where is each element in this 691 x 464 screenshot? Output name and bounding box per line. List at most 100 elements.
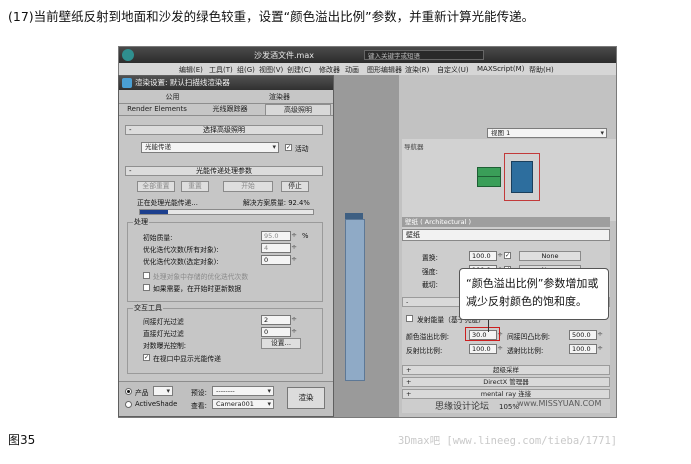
- processing-status: 正在处理光能传递...: [137, 199, 198, 207]
- menu-edit[interactable]: 编辑(E): [179, 65, 203, 75]
- replace-check[interactable]: ✓: [504, 252, 511, 259]
- menu-rendering[interactable]: 渲染(R): [405, 65, 429, 75]
- emit-energy-check[interactable]: [406, 315, 413, 322]
- zoom-readout: 105%: [499, 403, 520, 411]
- callout-note: “颜色溢出比例”参数增加或减少反射颜色的饱和度。: [459, 268, 609, 320]
- menu-graph-editors[interactable]: 图形编辑器: [367, 65, 402, 75]
- menu-tools[interactable]: 工具(T): [209, 65, 233, 75]
- mode-product-label: 产品: [135, 389, 149, 397]
- viewport-object: [345, 219, 365, 381]
- refine-all-label: 优化迭代次数(所有对象):: [143, 246, 219, 254]
- interactive-tools-label: 交互工具: [133, 303, 163, 313]
- render-button[interactable]: 渲染: [287, 387, 325, 409]
- store-refine-label: 处理对象中存储的优化迭代次数: [153, 273, 249, 281]
- directx-manager-rollout[interactable]: + DirectX 管理器: [402, 377, 610, 387]
- transmittance-label: 透射比比例:: [507, 347, 544, 355]
- display-in-viewport-check[interactable]: ✓: [143, 354, 150, 361]
- mode-activeshade-label: ActiveShade: [135, 400, 178, 408]
- menu-views[interactable]: 视图(V): [259, 65, 283, 75]
- menu-customize[interactable]: 自定义(U): [437, 65, 469, 75]
- tab-row-2: Render Elements 光线跟踪器 高级照明: [119, 104, 333, 116]
- tab-renderer[interactable]: 渲染器: [226, 92, 333, 103]
- exposure-label: 对数曝光控制:: [143, 342, 187, 350]
- app-logo-icon[interactable]: [122, 49, 134, 61]
- indirect-bump-spinner[interactable]: 500.0: [569, 330, 603, 340]
- menu-modifiers[interactable]: 修改器: [319, 65, 340, 75]
- lighting-type-dropdown[interactable]: 光能传递: [141, 142, 279, 153]
- menu-help[interactable]: 帮助(H): [529, 65, 554, 75]
- mode-activeshade-radio[interactable]: [125, 401, 132, 408]
- navigator-node-green[interactable]: [477, 167, 501, 187]
- refine-selected-spinner[interactable]: 0: [261, 255, 297, 265]
- update-on-start-check[interactable]: [143, 284, 150, 291]
- callout-pointer: [488, 320, 489, 332]
- exposure-settings-button[interactable]: 设置...: [261, 338, 301, 349]
- indirect-filter-spinner[interactable]: 2: [261, 315, 297, 325]
- color-bleed-highlight: [465, 327, 500, 341]
- watermark-text: 思缘设计论坛: [435, 402, 490, 412]
- watermark-url: www.MISSYUAN.COM: [517, 399, 602, 408]
- app-titlebar: 沙发酒文件.max 键入关键字或短语: [119, 47, 616, 63]
- progress-fill: [140, 210, 168, 214]
- viewport-strip: [331, 75, 401, 417]
- tab-common[interactable]: 公用: [119, 92, 226, 103]
- menu-create[interactable]: 创建(C): [287, 65, 311, 75]
- help-search-input[interactable]: 键入关键字或短语: [364, 50, 484, 60]
- active-check[interactable]: ✓: [285, 144, 292, 151]
- tab-raytracer[interactable]: 光线跟踪器: [195, 104, 265, 115]
- app-title: 沙发酒文件.max: [254, 51, 314, 60]
- dialog-title: 渲染设置: 默认扫描线渲染器: [135, 78, 230, 87]
- initial-quality-label: 初始质量:: [143, 234, 173, 242]
- intensity-label: 强度:: [422, 268, 438, 276]
- supersampling-rollout[interactable]: + 超级采样: [402, 365, 610, 375]
- radiosity-params-rollout[interactable]: - 光能传递处理参数: [125, 166, 323, 176]
- figure-label: 图35: [8, 433, 36, 447]
- source-credit: 3Dmax吧 [www.lineeg.com/tieba/1771]: [398, 435, 618, 447]
- menu-animation[interactable]: 动画: [345, 65, 359, 75]
- reset-all-button[interactable]: 全部重置: [137, 181, 175, 192]
- start-button[interactable]: 开始: [223, 181, 273, 192]
- tab-advanced-lighting[interactable]: 高级照明: [265, 104, 331, 115]
- mental-ray-connection-rollout[interactable]: + mental ray 连接: [402, 389, 610, 399]
- mode-product-dropdown[interactable]: [153, 386, 173, 396]
- menu-group[interactable]: 组(G): [237, 65, 255, 75]
- store-refine-check[interactable]: [143, 272, 150, 279]
- refine-all-spinner[interactable]: 4: [261, 243, 297, 253]
- solution-quality: 解决方案质量: 92.4%: [243, 199, 310, 207]
- reflectance-label: 反射比比例:: [406, 347, 443, 355]
- replace-spinner[interactable]: 100.0: [469, 251, 503, 261]
- initial-quality-spinner[interactable]: 95.0: [261, 231, 297, 241]
- active-label: 活动: [295, 145, 309, 153]
- update-on-start-label: 如果需要，在开始时更新数据: [153, 285, 242, 293]
- preset-dropdown[interactable]: --------: [212, 386, 274, 396]
- direct-filter-label: 直接灯光过滤: [143, 330, 184, 338]
- radiosity-progress-bar: [139, 209, 314, 215]
- select-advanced-lighting-rollout[interactable]: - 选择高级照明: [125, 125, 323, 135]
- mode-product-radio[interactable]: [125, 388, 132, 395]
- instruction-caption: (17)当前壁纸反射到地面和沙发的绿色较重，设置“颜色溢出比例”参数，并重新计算…: [8, 9, 535, 24]
- direct-filter-spinner[interactable]: 0: [261, 327, 297, 337]
- navigator-node-blue[interactable]: [511, 161, 533, 193]
- reset-button[interactable]: 重置: [181, 181, 209, 192]
- reflectance-spinner[interactable]: 100.0: [469, 344, 503, 354]
- material-name-field[interactable]: 壁纸: [402, 229, 610, 241]
- stop-button[interactable]: 停止: [281, 181, 309, 192]
- refine-selected-label: 优化迭代次数(选定对象):: [143, 258, 219, 266]
- indirect-bump-label: 间接凹凸比例:: [507, 333, 551, 341]
- navigator-title: 导航器: [404, 143, 424, 151]
- material-header: 壁纸 ( Architectural ): [402, 217, 610, 227]
- menu-maxscript[interactable]: MAXScript(M): [477, 65, 524, 73]
- indirect-filter-label: 间接灯光过滤: [143, 318, 184, 326]
- render-setup-icon: [122, 78, 132, 88]
- view-label: 查看:: [191, 402, 207, 410]
- view-dropdown[interactable]: 视图 1: [487, 128, 607, 138]
- tab-render-elements[interactable]: Render Elements: [119, 104, 195, 115]
- preset-label: 预设:: [191, 389, 207, 397]
- processing-group-label: 处理: [133, 217, 149, 227]
- render-setup-dialog: 渲染设置: 默认扫描线渲染器 公用 渲染器 Render Elements 光线…: [118, 75, 334, 417]
- display-in-viewport-label: 在视口中显示光能传递: [153, 355, 221, 363]
- transmittance-spinner[interactable]: 100.0: [569, 344, 603, 354]
- replace-map-button[interactable]: None: [519, 251, 581, 261]
- tab-row-1: 公用 渲染器: [119, 92, 333, 104]
- view-camera-dropdown[interactable]: Camera001: [212, 399, 274, 409]
